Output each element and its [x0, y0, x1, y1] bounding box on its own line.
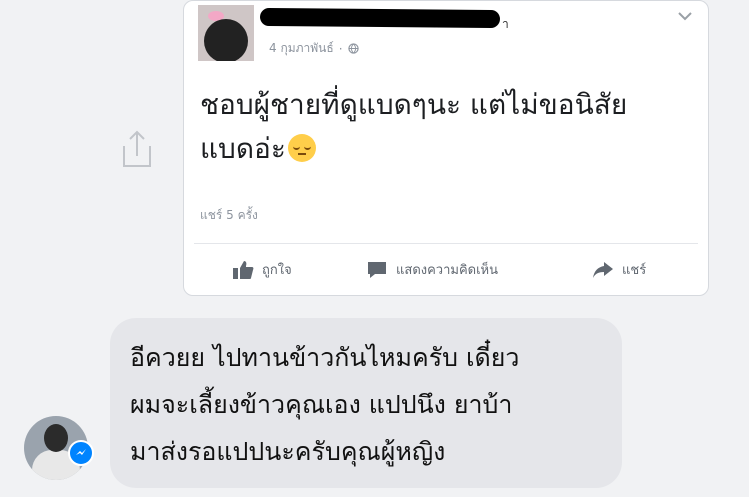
divider	[194, 243, 698, 244]
post-text: ชอบผู้ชายที่ดูแบดๆนะ แต่ไม่ขอนิสัย แบดอ่…	[200, 83, 700, 171]
messenger-badge	[68, 440, 94, 466]
post-text-line: ชอบผู้ชายที่ดูแบดๆนะ แต่ไม่ขอนิสัย	[200, 88, 628, 121]
share-upload-icon[interactable]	[118, 128, 156, 170]
reply-line: อีควยย ไปทานข้าวกันไหมครับ เดี๋ยว	[130, 343, 520, 372]
author-name-suffix: า	[502, 17, 509, 31]
share-label: แชร์	[622, 263, 647, 278]
reply-line: ผมจะเลี้ยงข้าวคุณเอง แปปนึง ยาบ้า	[130, 390, 513, 419]
share-button[interactable]: แชร์	[592, 259, 646, 280]
post-text-line: แบดอ่ะ	[200, 127, 700, 171]
like-button[interactable]: ถูกใจ	[232, 259, 292, 280]
post-card: า 4 กุมภาพันธ์ · ชอบผู้ชายที่ดูแบดๆนะ แต…	[183, 0, 709, 296]
pensive-face-icon	[287, 134, 316, 162]
messenger-icon	[76, 449, 86, 455]
chevron-down-icon[interactable]	[678, 11, 692, 21]
share-count[interactable]: แชร์ 5 ครั้ง	[200, 206, 258, 225]
globe-icon	[347, 43, 359, 54]
meta-separator: ·	[338, 41, 343, 56]
comment-icon	[368, 261, 386, 278]
reply-bubble: อีควยย ไปทานข้าวกันไหมครับ เดี๋ยว ผมจะเล…	[110, 318, 622, 488]
comment-label: แสดงความคิดเห็น	[396, 263, 499, 278]
post-meta: 4 กุมภาพันธ์ ·	[269, 39, 359, 58]
thumbs-up-icon	[233, 260, 254, 279]
redacted-name	[259, 7, 501, 29]
like-label: ถูกใจ	[262, 263, 292, 278]
post-avatar[interactable]	[198, 5, 254, 61]
share-arrow-icon	[593, 261, 613, 278]
reply-line: มาส่งรอแปปนะครับคุณผู้หญิง	[130, 437, 446, 466]
post-date[interactable]: 4 กุมภาพันธ์	[269, 39, 334, 58]
comment-button[interactable]: แสดงความคิดเห็น	[366, 259, 498, 280]
